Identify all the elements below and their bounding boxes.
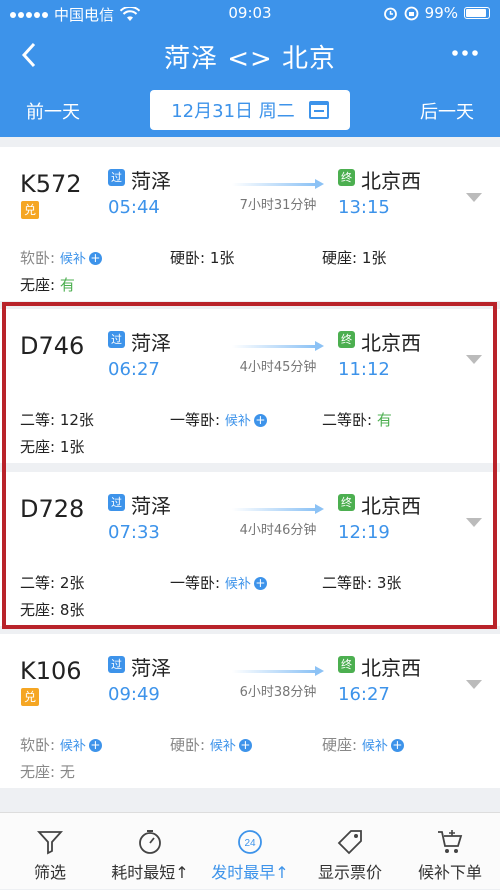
seat-status: 候补 <box>59 739 86 754</box>
tab-label: 发时最早↑ <box>211 863 289 882</box>
nav-bar: 菏泽 <> 北京 <box>0 30 500 80</box>
exchange-badge: 兑 <box>21 688 39 706</box>
train-card[interactable]: K572 兑 过菏泽 05:44 7小时31分钟 终北京西 13:15 软卧: 候补 + 硬卧: … <box>0 147 500 301</box>
tab-label: 筛选 <box>33 863 66 882</box>
filter-icon <box>37 831 63 855</box>
stopwatch-icon <box>139 830 161 854</box>
seat-type: 硬座: <box>322 736 358 754</box>
seat-status: 无 <box>59 763 75 781</box>
prev-day-button[interactable]: 前一天 <box>26 98 80 124</box>
route-arrow-icon <box>232 179 324 189</box>
add-waitlist-icon[interactable]: + <box>88 739 102 752</box>
seat-type: 软卧: <box>20 249 56 267</box>
page-title: 菏泽 <> 北京 <box>163 44 337 74</box>
seat-type: 硬卧: <box>170 736 206 754</box>
pass-through-tag: 过 <box>108 656 125 673</box>
next-day-button[interactable]: 后一天 <box>420 98 474 124</box>
arrival-station: 北京西 <box>361 169 421 193</box>
seat-availability: 无座: 有 <box>20 274 75 295</box>
seat-availability: 硬卧: 1张 <box>170 247 234 268</box>
arrival-time: 13:15 <box>338 197 390 218</box>
alarm-icon <box>383 7 397 20</box>
seat-type: 硬座: <box>322 249 358 267</box>
arrival-time: 16:27 <box>338 684 390 705</box>
tab-label: 候补下单 <box>417 863 482 882</box>
seat-status: 候补 <box>361 739 388 754</box>
seat-status: 有 <box>59 276 75 294</box>
seat-availability[interactable]: 软卧: 候补 + <box>20 734 102 755</box>
train-card[interactable]: K106 兑过菏泽 09:49 6小时38分钟终北京西 16:27 软卧: 候补 + 硬卧: … <box>0 634 500 788</box>
departure-station: 菏泽 <box>131 169 171 193</box>
train-number: K572 <box>20 170 82 198</box>
travel-duration: 6小时38分钟 <box>239 685 317 700</box>
tab-filter[interactable]: 筛选 <box>0 813 100 890</box>
add-waitlist-icon[interactable]: + <box>88 252 102 265</box>
date-bar: 前一天 12月31日 周二 后一天 <box>0 88 500 132</box>
battery-percent: 99% <box>424 4 458 22</box>
seat-availability[interactable]: 硬卧: 候补 + <box>170 734 252 755</box>
seat-availability: 无座: 无 <box>20 761 75 782</box>
bottom-toolbar: 筛选 耗时最短↑ 24 发时最早↑ 显示票价 候补下单 <box>0 812 500 889</box>
seat-status: 候补 <box>59 252 86 267</box>
exchange-badge: 兑 <box>21 201 39 219</box>
status-bar: 中国电信 09:03 99% <box>0 0 500 28</box>
clock24-icon: 24 <box>238 830 262 854</box>
clock24-text: 24 <box>244 838 256 849</box>
seat-status: 1张 <box>209 249 235 267</box>
add-waitlist-icon[interactable]: + <box>390 739 404 752</box>
departure-time: 05:44 <box>108 197 160 218</box>
tab-label: 耗时最短↑ <box>111 863 189 882</box>
train-number: K106 <box>20 657 82 685</box>
tab-shortest-duration[interactable]: 耗时最短↑ <box>100 813 200 890</box>
rotation-lock-icon <box>404 6 419 20</box>
seat-type: 无座: <box>20 276 56 294</box>
seat-availability: 硬座: 1张 <box>322 247 386 268</box>
seat-type: 硬卧: <box>170 249 206 267</box>
departure-station: 菏泽 <box>131 656 171 680</box>
tab-show-price[interactable]: 显示票价 <box>300 813 400 890</box>
battery-icon <box>464 7 490 19</box>
arrival-station: 北京西 <box>361 656 421 680</box>
pass-through-tag: 过 <box>108 169 125 186</box>
seat-status: 1张 <box>361 249 387 267</box>
cart-icon <box>438 830 463 853</box>
travel-duration: 7小时31分钟 <box>239 198 317 213</box>
seat-availability[interactable]: 硬座: 候补 + <box>322 734 404 755</box>
seat-availability[interactable]: 软卧: 候补 + <box>20 247 102 268</box>
tab-label: 显示票价 <box>317 863 382 882</box>
chevron-down-icon[interactable] <box>466 193 482 202</box>
tab-waitlist-order[interactable]: 候补下单 <box>400 813 500 890</box>
highlight-box <box>2 302 497 629</box>
price-tag-icon <box>337 830 362 855</box>
departure-time: 09:49 <box>108 684 160 705</box>
seat-type: 无座: <box>20 763 56 781</box>
selected-date: 12月31日 周二 <box>171 101 295 122</box>
more-options-icon[interactable] <box>450 36 480 70</box>
calendar-icon <box>308 101 329 119</box>
add-waitlist-icon[interactable]: + <box>238 739 252 752</box>
tab-earliest-departure[interactable]: 24 发时最早↑ <box>200 813 300 890</box>
date-picker[interactable]: 12月31日 周二 <box>150 90 350 130</box>
seat-status: 候补 <box>209 739 236 754</box>
seat-type: 软卧: <box>20 736 56 754</box>
terminal-tag: 终 <box>338 169 355 186</box>
route-arrow-icon <box>232 666 324 676</box>
terminal-tag: 终 <box>338 656 355 673</box>
app-header: 中国电信 09:03 99% 菏泽 <> 北京 前一天 12月31日 周二 后一… <box>0 0 500 137</box>
chevron-down-icon[interactable] <box>466 680 482 689</box>
